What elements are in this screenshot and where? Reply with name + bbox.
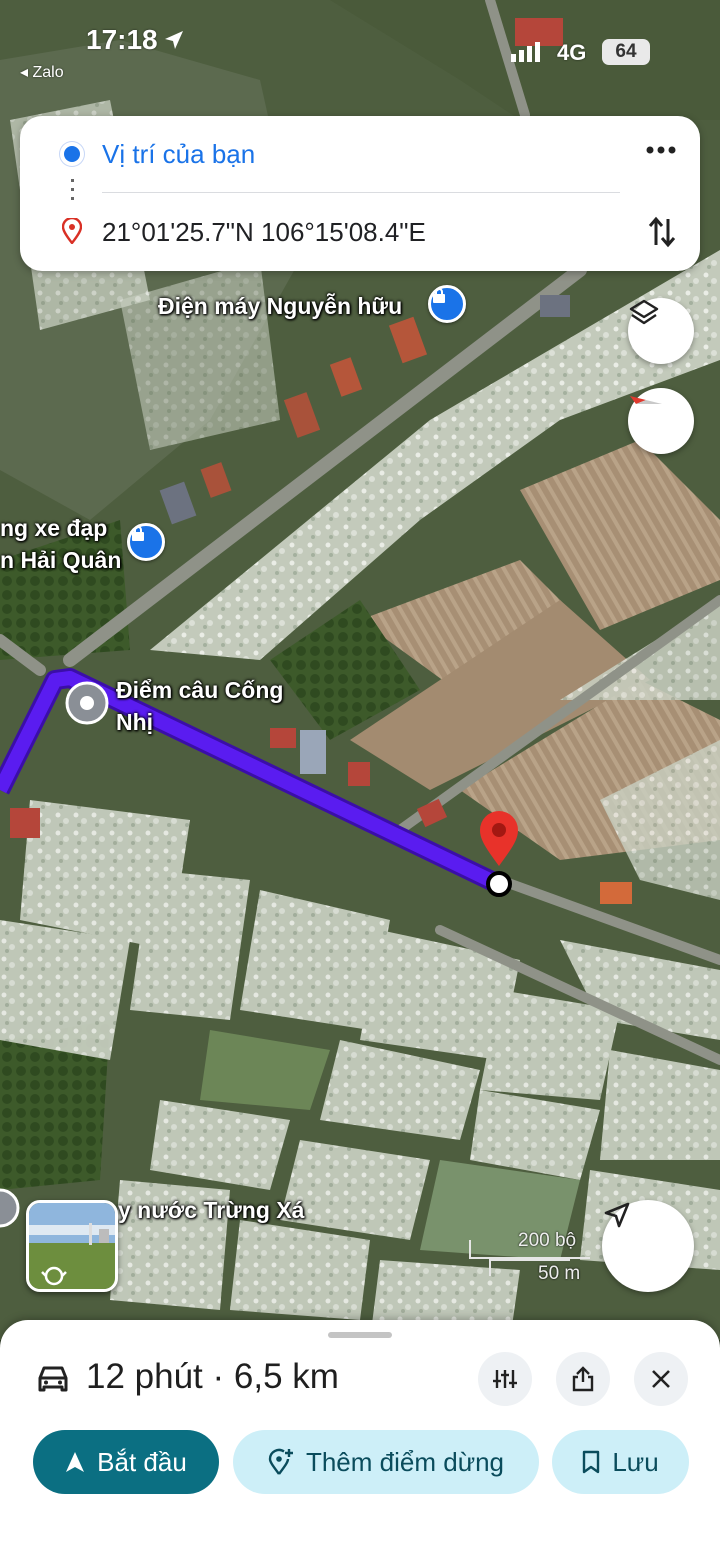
origin-field[interactable]: Vị trí của bạn [102,138,255,170]
compass-icon [630,396,662,404]
poi-label-bike-shop-line1[interactable]: ng xe đạp [0,514,107,542]
poi-label-water-plant[interactable]: y nước Trừng Xá [118,1196,304,1224]
save-label: Lưu [612,1446,659,1477]
car-icon [36,1364,70,1399]
route-card: Vị trí của bạn 21°01'25.7"N 106°15'08.4"… [20,116,700,271]
poi-grey-pin-icon [65,681,109,725]
trip-summary: 12 phút · 6,5 km [86,1357,339,1396]
shopping-bag-icon[interactable] [428,285,466,323]
status-time: 17:18 [86,24,158,55]
battery-indicator: 64 [602,39,650,65]
add-stop-label: Thêm điểm dừng [305,1446,505,1477]
sheet-drag-handle[interactable] [328,1332,392,1338]
street-view-image [29,1203,115,1289]
back-app-label: Zalo [32,64,64,81]
satellite-map[interactable]: 17:18 ◂ Zalo 4G 64 Vị trí của bạn 21°01'… [0,0,720,1340]
poi-label-fishing-line1[interactable]: Điểm câu Cống [116,676,283,704]
back-chevron-icon: ◂ [20,64,33,81]
save-button[interactable]: Lưu [552,1430,689,1494]
add-stop-button[interactable]: Thêm điểm dừng [233,1430,539,1494]
recenter-button[interactable] [602,1200,694,1292]
network-type: 4G [557,40,587,65]
add-location-icon [268,1448,293,1475]
directions-sheet: 12 phút · 6,5 km Bắt đầu Thêm điểm dừng … [0,1320,720,1564]
poi-label-fishing-line2[interactable]: Nhị [116,708,153,736]
poi-label-bike-shop-line2[interactable]: n Hải Quân [0,546,121,574]
street-view-thumbnail[interactable] [26,1200,118,1292]
close-button[interactable] [634,1352,688,1406]
layers-icon [629,299,659,325]
destination-field[interactable]: 21°01'25.7"N 106°15'08.4"E [102,216,426,248]
card-divider [102,192,620,193]
shopping-bag-icon[interactable] [127,523,165,561]
poi-label-electronics[interactable]: Điện máy Nguyễn hữu [158,292,402,320]
share-button[interactable] [556,1352,610,1406]
close-icon [652,1370,670,1388]
origin-dot-icon [60,142,84,166]
back-to-app[interactable]: ◂ Zalo [20,62,64,82]
bookmark-icon [583,1450,600,1474]
layers-button[interactable] [628,298,694,364]
route-connector [71,179,74,205]
share-icon [572,1366,594,1392]
tune-icon [493,1370,517,1388]
compass-button[interactable] [628,388,694,454]
scale-metric: 50 m [538,1263,581,1284]
navigation-arrow-icon [604,1202,630,1228]
start-label: Bắt đầu [97,1446,187,1477]
navigation-icon [66,1452,85,1472]
scale-imperial: 200 bộ [518,1230,577,1251]
route-options-button[interactable] [478,1352,532,1406]
start-button[interactable]: Bắt đầu [33,1430,219,1494]
